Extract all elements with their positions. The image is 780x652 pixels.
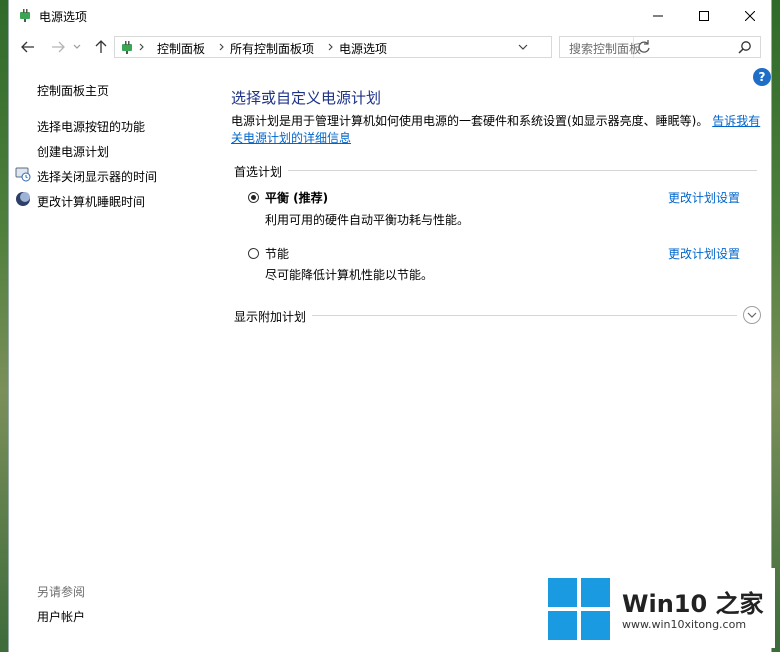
search-placeholder: 搜索控制面板 <box>569 42 642 56</box>
power-options-app-icon <box>17 7 33 23</box>
sidebar-item-display-off[interactable]: 选择关闭显示器的时间 <box>37 168 157 185</box>
watermark-title: Win10 之家 <box>622 590 764 618</box>
plan-power-saver-change-settings-link[interactable]: 更改计划设置 <box>668 245 740 262</box>
preferred-plans-label: 首选计划 <box>234 163 289 180</box>
watermark: Win10 之家 www.win10xitong.com <box>540 568 775 648</box>
sidebar-item-power-button[interactable]: 选择电源按钮的功能 <box>37 118 145 135</box>
search-icon[interactable] <box>738 40 752 54</box>
sidebar-item-create-plan[interactable]: 创建电源计划 <box>37 143 109 160</box>
plan-balanced-description: 利用可用的硬件自动平衡功耗与性能。 <box>265 213 470 227</box>
title-bar: 电源选项 <box>9 0 771 31</box>
back-arrow-icon[interactable] <box>19 39 37 55</box>
breadcrumb-control-panel[interactable]: 控制面板 <box>157 40 205 57</box>
breadcrumb-separator-icon[interactable] <box>139 40 149 54</box>
search-input[interactable]: 搜索控制面板 <box>559 36 761 58</box>
close-button[interactable] <box>727 0 773 31</box>
breadcrumb-separator-icon[interactable] <box>328 40 338 54</box>
forward-arrow-icon[interactable] <box>49 39 67 55</box>
minimize-button[interactable] <box>635 0 681 31</box>
description-text: 电源计划是用于管理计算机如何使用电源的一套硬件和系统设置(如显示器亮度、睡眠等)… <box>231 114 709 128</box>
recent-locations-chevron-icon[interactable] <box>72 39 82 55</box>
help-icon[interactable]: ? <box>753 68 771 86</box>
sidebar-item-user-accounts[interactable]: 用户帐户 <box>37 608 85 625</box>
address-bar[interactable]: 控制面板 所有控制面板项 电源选项 <box>114 36 650 58</box>
expand-chevron-icon[interactable] <box>743 306 761 324</box>
breadcrumb-all-items[interactable]: 所有控制面板项 <box>230 40 314 57</box>
monitor-clock-icon <box>15 166 31 182</box>
divider <box>234 170 757 171</box>
plan-balanced-name[interactable]: 平衡 (推荐) <box>265 189 328 206</box>
control-panel-icon <box>119 39 135 55</box>
page-description: 电源计划是用于管理计算机如何使用电源的一套硬件和系统设置(如显示器亮度、睡眠等)… <box>231 113 761 147</box>
plan-balanced-change-settings-link[interactable]: 更改计划设置 <box>668 189 740 206</box>
maximize-button[interactable] <box>681 0 727 31</box>
page-title: 选择或自定义电源计划 <box>231 89 382 107</box>
see-also-label: 另请参阅 <box>37 585 86 599</box>
show-additional-plans-label[interactable]: 显示附加计划 <box>234 308 313 325</box>
breadcrumb-power-options[interactable]: 电源选项 <box>339 40 387 57</box>
plan-power-saver-name[interactable]: 节能 <box>265 245 289 262</box>
plan-power-saver-description: 尽可能降低计算机性能以节能。 <box>265 268 434 282</box>
windows-logo-icon <box>548 578 610 640</box>
plan-power-saver-radio[interactable] <box>248 248 259 259</box>
sidebar-item-sleep-time[interactable]: 更改计算机睡眠时间 <box>37 193 145 210</box>
watermark-url: www.win10xitong.com <box>622 618 747 631</box>
up-arrow-icon[interactable] <box>92 39 110 55</box>
plan-balanced-radio[interactable] <box>248 192 259 203</box>
moon-icon <box>15 191 31 207</box>
breadcrumb-separator-icon[interactable] <box>219 40 229 54</box>
sidebar-control-panel-home[interactable]: 控制面板主页 <box>37 82 109 99</box>
address-dropdown-chevron-icon[interactable] <box>515 39 531 55</box>
window-title: 电源选项 <box>39 10 88 24</box>
power-options-window: 电源选项 控制面板 所有控制面板项 电源选项 搜索控制面板 ? 控制面板主页 选… <box>8 0 772 652</box>
